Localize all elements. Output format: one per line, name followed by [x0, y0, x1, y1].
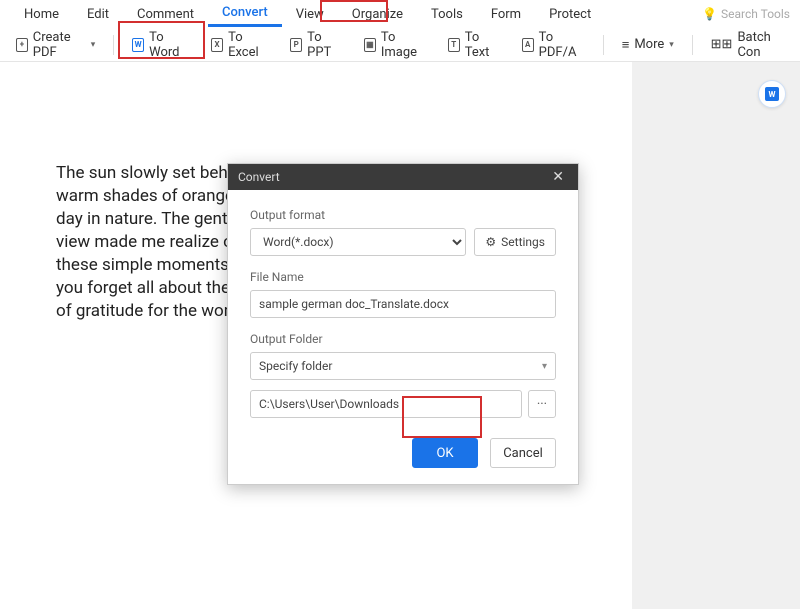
chevron-down-icon: ▾: [542, 361, 547, 372]
to-image-label: To Image: [381, 30, 426, 60]
lightbulb-icon: 💡: [702, 7, 717, 21]
ppt-icon: P: [290, 38, 302, 52]
more-icon: ≡: [622, 37, 630, 53]
word-badge[interactable]: W: [758, 80, 786, 108]
separator: [603, 35, 604, 55]
create-pdf-label: Create PDF: [33, 30, 86, 60]
separator: [113, 35, 114, 55]
tab-edit[interactable]: Edit: [73, 3, 123, 26]
settings-button[interactable]: ⚙ Settings: [474, 228, 556, 256]
chevron-down-icon: ▾: [669, 40, 674, 50]
dialog-body: Output format Word(*.docx) ⚙ Settings Fi…: [228, 190, 578, 484]
search-tools-label: Search Tools: [721, 7, 790, 21]
file-name-input[interactable]: [250, 290, 556, 318]
batch-button[interactable]: ⊞⊞ Batch Con: [703, 27, 792, 63]
to-excel-label: To Excel: [228, 30, 268, 60]
create-pdf-button[interactable]: + Create PDF ▾: [8, 27, 103, 63]
dialog-footer: OK Cancel: [250, 438, 556, 468]
folder-mode-select[interactable]: Specify folder ▾: [250, 352, 556, 380]
output-format-select[interactable]: Word(*.docx): [250, 228, 466, 256]
to-pdfa-label: To PDF/A: [539, 30, 585, 60]
word-icon: W: [765, 87, 779, 101]
dialog-title-text: Convert: [238, 170, 280, 184]
tab-form[interactable]: Form: [477, 3, 535, 26]
more-label: More: [634, 37, 664, 52]
cancel-button[interactable]: Cancel: [490, 438, 556, 468]
tab-home[interactable]: Home: [10, 3, 73, 26]
pdfa-icon: A: [522, 38, 534, 52]
output-path-input[interactable]: [250, 390, 522, 418]
word-icon: W: [132, 38, 144, 52]
browse-button[interactable]: ···: [528, 390, 556, 418]
excel-icon: X: [211, 38, 223, 52]
gear-icon: ⚙: [485, 235, 496, 249]
more-button[interactable]: ≡ More ▾: [614, 34, 682, 56]
to-word-button[interactable]: W To Word: [124, 27, 197, 63]
ok-button[interactable]: OK: [412, 438, 478, 468]
tab-view[interactable]: View: [282, 3, 338, 26]
settings-label: Settings: [501, 235, 545, 249]
to-word-label: To Word: [149, 30, 189, 60]
tab-tools[interactable]: Tools: [417, 3, 477, 26]
file-name-label: File Name: [250, 270, 556, 284]
text-icon: T: [448, 38, 460, 52]
to-excel-button[interactable]: X To Excel: [203, 27, 276, 63]
tab-protect[interactable]: Protect: [535, 3, 605, 26]
to-pdfa-button[interactable]: A To PDF/A: [514, 27, 593, 63]
dialog-titlebar: Convert ✕: [228, 164, 578, 190]
output-folder-label: Output Folder: [250, 332, 556, 346]
folder-mode-value: Specify folder: [259, 359, 332, 373]
tab-convert[interactable]: Convert: [208, 1, 282, 27]
side-panel: W: [632, 62, 800, 609]
tab-comment[interactable]: Comment: [123, 3, 208, 26]
to-text-label: To Text: [465, 30, 500, 60]
toolbar: + Create PDF ▾ W To Word X To Excel P To…: [0, 28, 800, 62]
to-ppt-button[interactable]: P To PPT: [282, 27, 350, 63]
plus-icon: +: [16, 38, 28, 52]
separator: [692, 35, 693, 55]
close-icon[interactable]: ✕: [548, 169, 568, 185]
to-ppt-label: To PPT: [307, 30, 342, 60]
to-text-button[interactable]: T To Text: [440, 27, 508, 63]
search-tools[interactable]: 💡 Search Tools: [702, 7, 790, 21]
output-format-label: Output format: [250, 208, 556, 222]
convert-dialog: Convert ✕ Output format Word(*.docx) ⚙ S…: [227, 163, 579, 485]
to-image-button[interactable]: ▦ To Image: [356, 27, 434, 63]
batch-label: Batch Con: [737, 30, 784, 60]
image-icon: ▦: [364, 38, 376, 52]
menu-tabs: Home Edit Comment Convert View Organize …: [0, 0, 800, 28]
tab-organize[interactable]: Organize: [338, 3, 417, 26]
chevron-down-icon: ▾: [91, 40, 96, 50]
batch-icon: ⊞⊞: [711, 37, 733, 52]
